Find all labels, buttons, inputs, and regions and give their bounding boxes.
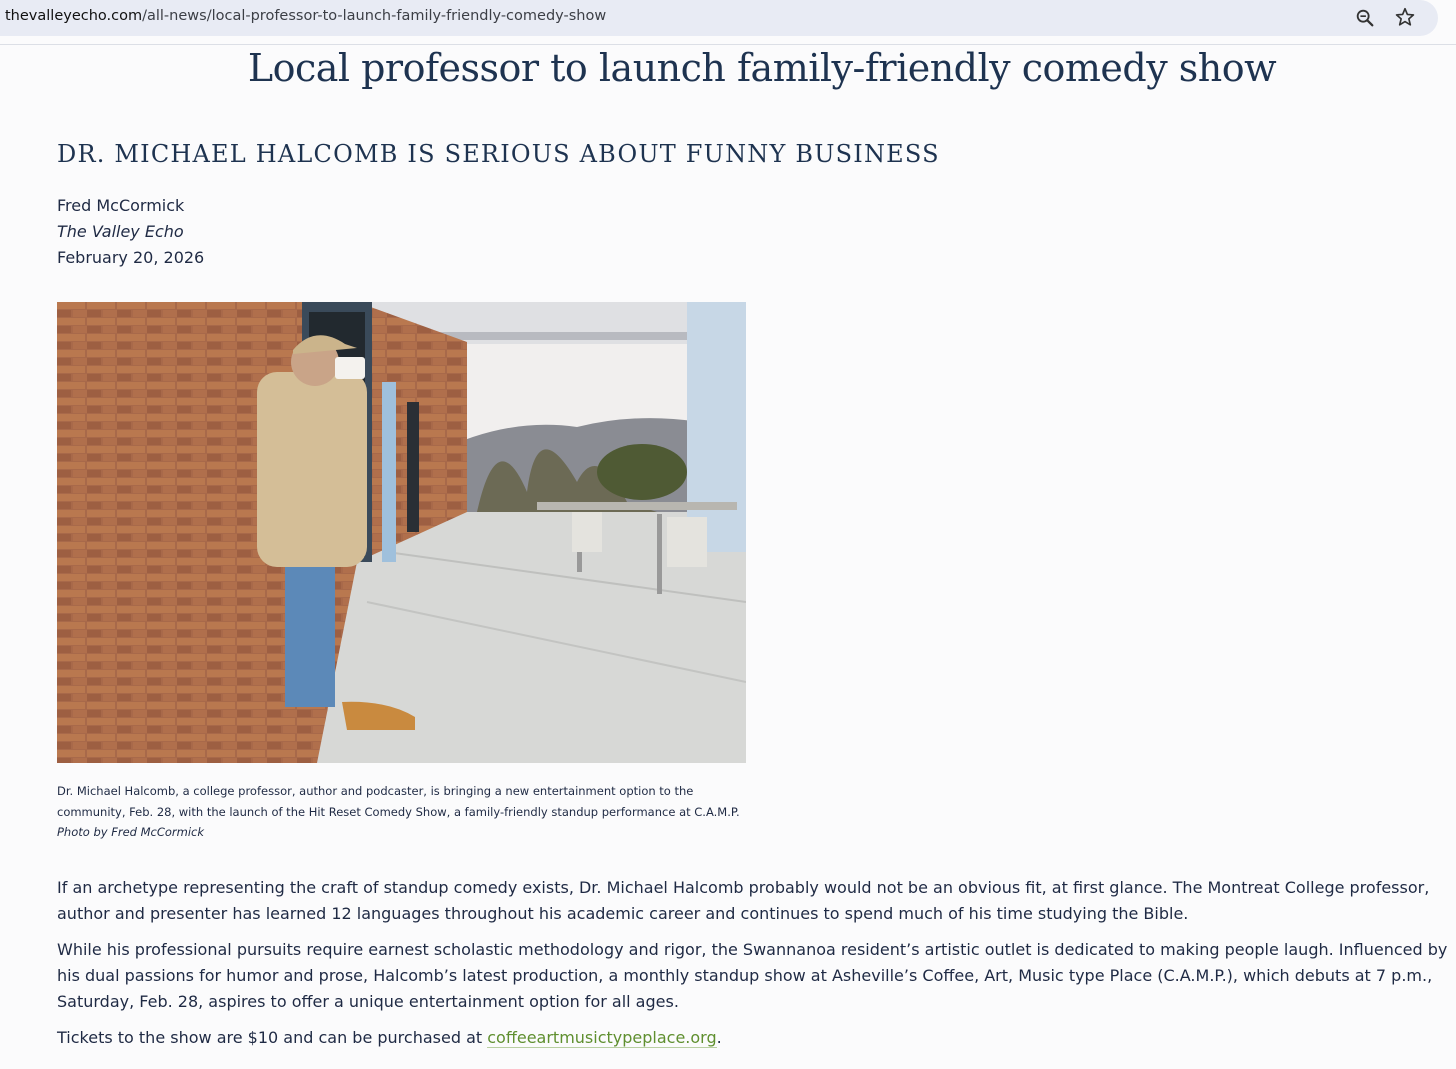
photo-caption: Dr. Michael Halcomb, a college professor…: [57, 781, 757, 843]
url-host: thevalleyecho.com: [5, 8, 143, 24]
tickets-suffix: .: [716, 1028, 722, 1047]
address-bar[interactable]: thevalleyecho.com/all-news/local-profess…: [0, 0, 1438, 36]
toolbar-divider: [0, 44, 1456, 45]
photo-credit: Photo by Fred McCormick: [57, 825, 205, 839]
paragraph: If an archetype representing the craft o…: [57, 878, 1430, 923]
byline: Fred McCormick The Valley Echo February …: [57, 193, 204, 271]
author-name: Fred McCormick: [57, 196, 185, 215]
article-body: If an archetype representing the craft o…: [57, 875, 1452, 1061]
star-icon[interactable]: [1394, 6, 1416, 28]
article-subhead: DR. MICHAEL HALCOMB IS SERIOUS ABOUT FUN…: [57, 140, 940, 168]
photo-illustration: [57, 302, 746, 763]
zoom-icon[interactable]: [1354, 7, 1376, 29]
caption-text: Dr. Michael Halcomb, a college professor…: [57, 784, 740, 819]
tickets-text: Tickets to the show are $10 and can be p…: [57, 1028, 488, 1047]
article-headline: Local professor to launch family-friendl…: [247, 46, 1277, 90]
tickets-link[interactable]: coffeeartmusictypeplace.org: [487, 1028, 717, 1048]
url-text[interactable]: thevalleyecho.com/all-news/local-profess…: [5, 8, 606, 24]
url-path: /all-news/local-professor-to-launch-fami…: [142, 8, 607, 24]
article-photo: [57, 302, 746, 763]
publish-date: February 20, 2026: [57, 248, 205, 267]
paragraph: While his professional pursuits require …: [57, 940, 1448, 1011]
publication-name: The Valley Echo: [57, 222, 184, 241]
tickets-paragraph: Tickets to the show are $10 and can be p…: [57, 1025, 1452, 1051]
